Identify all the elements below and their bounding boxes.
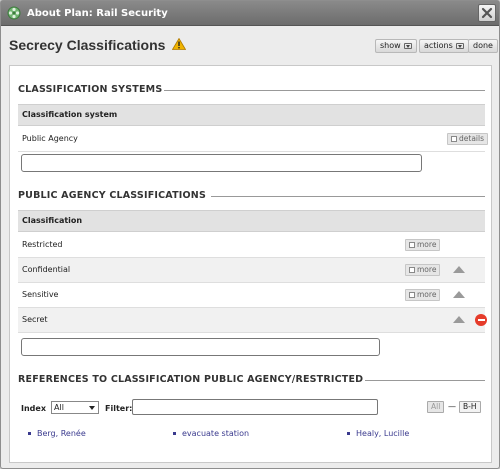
classification-system-column-header: Classification system <box>18 104 485 126</box>
move-up-icon[interactable] <box>453 291 465 298</box>
index-label: Index <box>21 404 46 413</box>
more-button[interactable]: more <box>405 239 441 251</box>
reference-link[interactable]: Berg, Renée <box>28 429 86 438</box>
reference-label: Healy, Lucille <box>356 429 410 438</box>
show-button[interactable]: show <box>375 39 417 53</box>
page-header: Secrecy Classifications show actions don… <box>1 27 499 63</box>
dropdown-arrow-icon <box>89 406 95 410</box>
new-classification-system-input[interactable] <box>21 154 422 172</box>
details-button[interactable]: details <box>447 133 488 145</box>
index-select[interactable]: All <box>51 401 99 414</box>
index-select-value: All <box>54 403 64 412</box>
row-label: Confidential <box>22 265 71 274</box>
bullet-icon <box>347 432 350 435</box>
done-label: done <box>473 41 493 50</box>
reference-label: Berg, Renée <box>37 429 86 438</box>
row-label: Secret <box>22 315 48 324</box>
divider <box>365 380 485 381</box>
checkbox-icon <box>409 292 415 298</box>
reference-link[interactable]: evacuate station <box>173 429 249 438</box>
row-label: Sensitive <box>22 290 59 299</box>
divider <box>211 196 485 197</box>
more-label: more <box>417 290 437 299</box>
filter-input[interactable] <box>132 399 378 415</box>
page-title: Secrecy Classifications <box>9 37 166 53</box>
section-title: REFERENCES TO CLASSIFICATION PUBLIC AGEN… <box>18 374 364 385</box>
index-range-button[interactable]: B-H <box>459 401 481 413</box>
move-up-icon[interactable] <box>453 266 465 273</box>
window-title: About Plan: Rail Security <box>27 7 168 19</box>
move-up-icon[interactable] <box>453 316 465 323</box>
gear-flower-icon <box>7 6 21 20</box>
classification-column-header: Classification <box>18 210 485 232</box>
actions-label: actions <box>424 41 453 50</box>
reference-label: evacuate station <box>182 429 250 438</box>
section-title: PUBLIC AGENCY CLASSIFICATIONS <box>18 190 206 201</box>
remove-icon[interactable] <box>475 314 487 326</box>
bullet-icon <box>173 432 176 435</box>
row-label: Public Agency <box>22 134 78 143</box>
classification-system-row: Public Agency details <box>18 127 488 152</box>
actions-button[interactable]: actions <box>419 39 469 53</box>
classification-row-sensitive[interactable]: Sensitive more <box>18 283 485 308</box>
checkbox-icon <box>409 267 415 273</box>
more-label: more <box>417 240 437 249</box>
about-plan-window: About Plan: Rail Security Secrecy Classi… <box>0 0 500 469</box>
more-button[interactable]: more <box>405 289 441 301</box>
title-bar: About Plan: Rail Security <box>1 1 499 26</box>
row-label: Restricted <box>22 240 63 249</box>
more-button[interactable]: more <box>405 264 441 276</box>
warning-icon <box>172 38 186 50</box>
classification-row-restricted[interactable]: Restricted more <box>18 233 485 258</box>
classification-row-confidential[interactable]: Confidential more <box>18 258 485 283</box>
range-dash: — <box>448 402 456 411</box>
done-button[interactable]: done <box>468 39 498 53</box>
references-heading: REFERENCES TO CLASSIFICATION PUBLIC AGEN… <box>18 374 363 385</box>
chevron-down-icon <box>455 43 464 49</box>
close-icon <box>481 7 493 19</box>
divider <box>164 90 485 91</box>
classification-row-secret[interactable]: Secret <box>18 308 487 333</box>
details-label: details <box>459 134 484 143</box>
index-all-button[interactable]: All <box>427 401 445 413</box>
show-label: show <box>380 41 401 50</box>
checkbox-icon <box>451 136 457 142</box>
checkbox-icon <box>409 242 415 248</box>
section-title: CLASSIFICATION SYSTEMS <box>18 84 163 95</box>
close-button[interactable] <box>478 4 496 22</box>
classification-systems-heading: CLASSIFICATION SYSTEMS <box>18 84 162 95</box>
filter-label: Filter: <box>105 404 133 413</box>
new-classification-input[interactable] <box>21 338 380 356</box>
references-filter-bar: Index All Filter: All — B-H <box>18 399 485 419</box>
chevron-down-icon <box>403 43 412 49</box>
bullet-icon <box>28 432 31 435</box>
more-label: more <box>417 265 437 274</box>
content-panel: CLASSIFICATION SYSTEMS Classification sy… <box>9 65 492 463</box>
reference-link[interactable]: Healy, Lucille <box>347 429 409 438</box>
public-agency-heading: PUBLIC AGENCY CLASSIFICATIONS <box>18 190 206 201</box>
